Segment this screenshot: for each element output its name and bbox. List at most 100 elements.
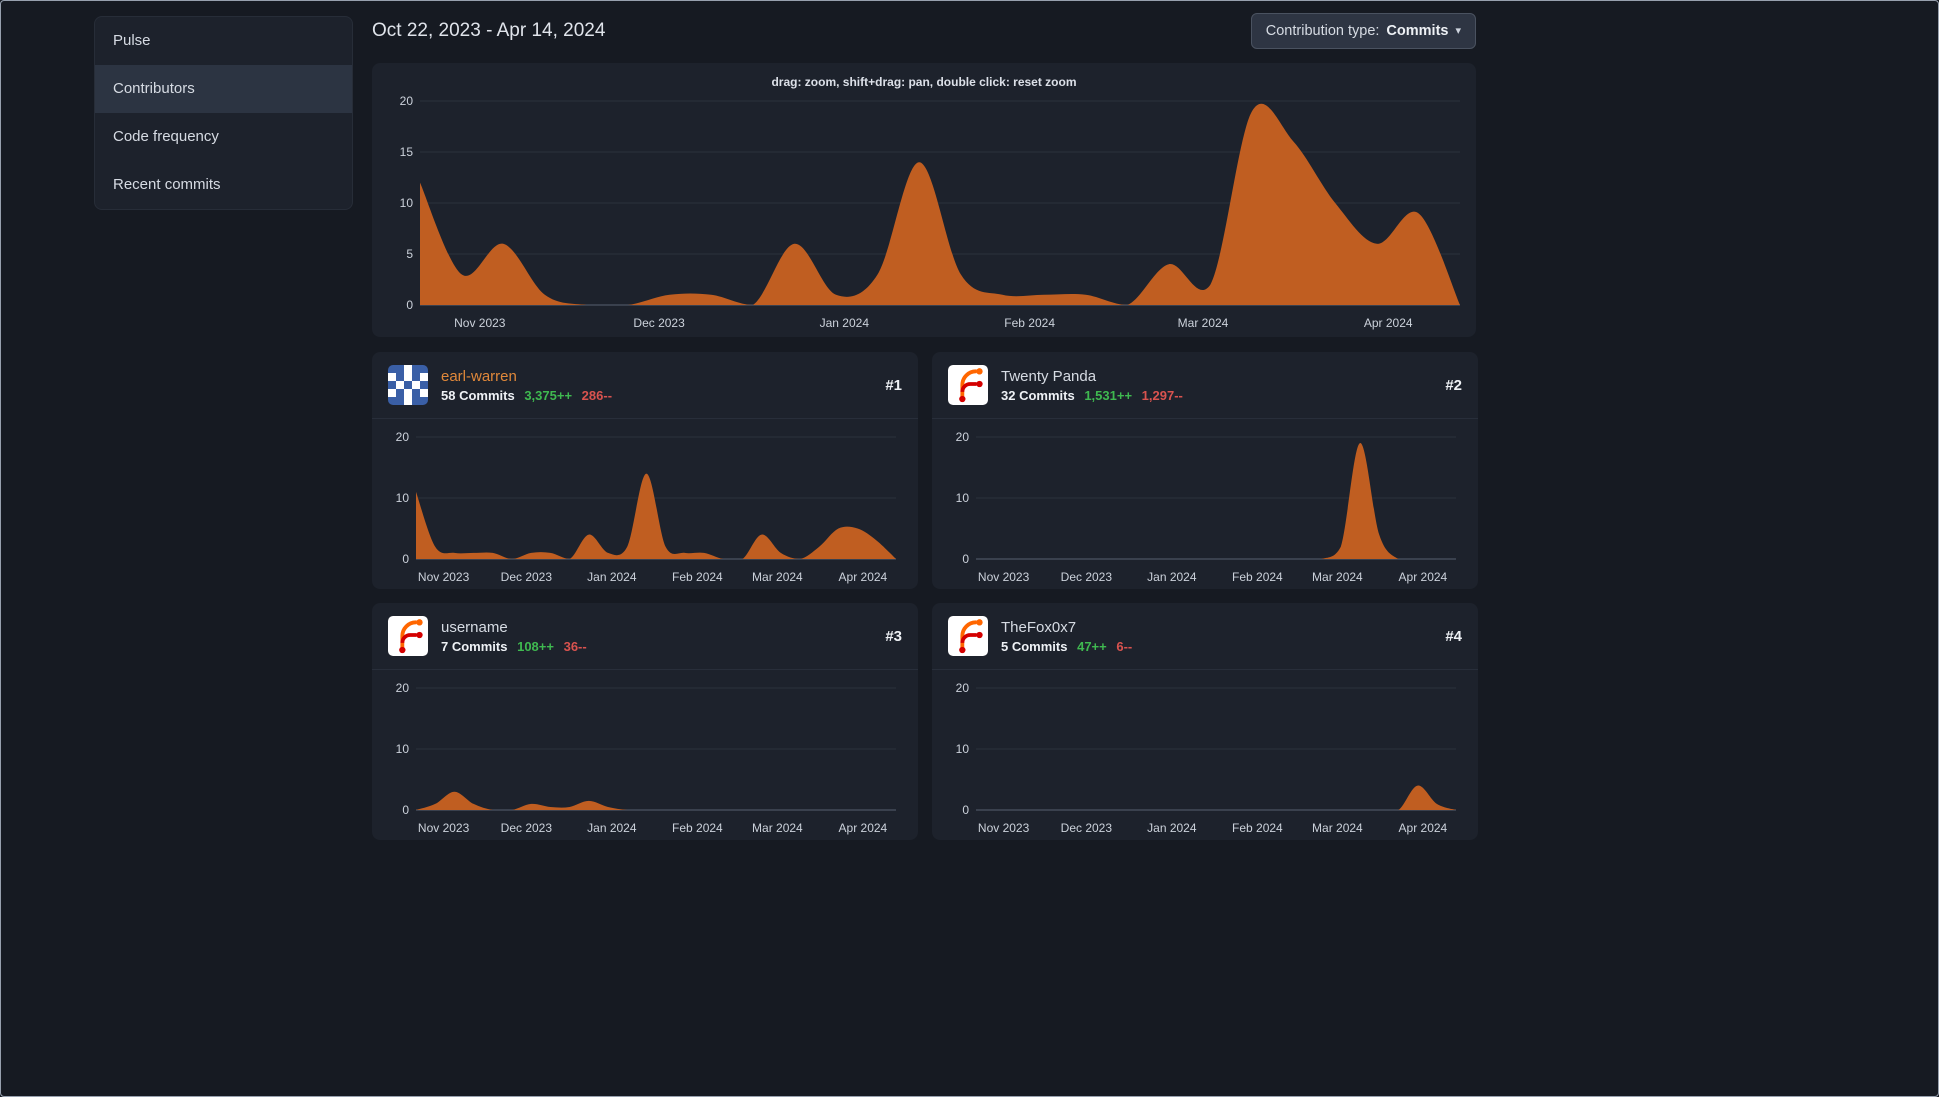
header-row: Oct 22, 2023 - Apr 14, 2024 Contribution… — [372, 13, 1476, 49]
svg-text:Dec 2023: Dec 2023 — [501, 821, 553, 835]
svg-text:Dec 2023: Dec 2023 — [1061, 821, 1113, 835]
contributor-stats: 58 Commits 3,375++ 286-- — [441, 388, 872, 403]
contributor-rank: #3 — [885, 627, 902, 645]
avatar[interactable] — [388, 365, 428, 405]
contribution-type-dropdown[interactable]: Contribution type: Commits ▾ — [1250, 13, 1476, 49]
svg-text:Mar 2024: Mar 2024 — [752, 821, 803, 835]
svg-text:10: 10 — [956, 491, 970, 505]
contributor-info: username 7 Commits 108++ 36-- — [441, 619, 872, 654]
contributor-card-0: earl-warren 58 Commits 3,375++ 286-- #1 … — [372, 352, 918, 589]
svg-text:Jan 2024: Jan 2024 — [587, 570, 637, 584]
sidebar-item-contributors[interactable]: Contributors — [95, 65, 352, 113]
contributor-commits-chart[interactable]: 0 10 20 Nov 2023 Dec 2023 Jan 2024 Feb 2024 Mar… — [940, 680, 1470, 838]
svg-text:Feb 2024: Feb 2024 — [1232, 821, 1283, 835]
commit-count: 5 Commits — [1001, 638, 1068, 654]
main-chart-panel: drag: zoom, shift+drag: pan, double clic… — [372, 63, 1476, 337]
contributor-chart-container: 0 10 20 Nov 2023 Dec 2023 Jan 2024 Feb 2024 Mar… — [932, 419, 1478, 589]
additions-count: 108++ — [517, 638, 554, 654]
svg-text:Mar 2024: Mar 2024 — [752, 570, 803, 584]
contributor-chart-container: 0 10 20 Nov 2023 Dec 2023 Jan 2024 Feb 2024 Mar… — [372, 419, 918, 589]
sidebar-item-code-frequency[interactable]: Code frequency — [95, 113, 352, 161]
contributor-name[interactable]: username — [441, 619, 872, 636]
contributor-info: Twenty Panda 32 Commits 1,531++ 1,297-- — [1001, 368, 1432, 403]
svg-text:Nov 2023: Nov 2023 — [418, 570, 470, 584]
additions-count: 1,531++ — [1084, 387, 1133, 403]
svg-text:Feb 2024: Feb 2024 — [672, 570, 723, 584]
contributor-stats: 5 Commits 47++ 6-- — [1001, 639, 1432, 654]
contributor-card-1: Twenty Panda 32 Commits 1,531++ 1,297-- … — [932, 352, 1478, 589]
svg-text:0: 0 — [962, 552, 969, 566]
svg-text:Jan 2024: Jan 2024 — [1147, 570, 1197, 584]
deletions-count: 286-- — [581, 387, 613, 403]
svg-text:Dec 2023: Dec 2023 — [501, 570, 553, 584]
svg-text:10: 10 — [396, 491, 410, 505]
svg-text:20: 20 — [956, 681, 970, 695]
svg-text:20: 20 — [400, 94, 414, 108]
svg-text:5: 5 — [406, 247, 413, 261]
svg-text:Nov 2023: Nov 2023 — [978, 821, 1030, 835]
contributor-rank: #4 — [1445, 627, 1462, 645]
svg-text:Mar 2024: Mar 2024 — [1312, 570, 1363, 584]
svg-text:Mar 2024: Mar 2024 — [1178, 316, 1229, 330]
contribution-type-value: Commits — [1386, 23, 1449, 39]
svg-text:20: 20 — [396, 430, 410, 444]
sidebar-item-recent-commits[interactable]: Recent commits — [95, 161, 352, 209]
svg-text:Nov 2023: Nov 2023 — [978, 570, 1030, 584]
svg-text:10: 10 — [400, 196, 414, 210]
svg-text:Feb 2024: Feb 2024 — [1232, 570, 1283, 584]
svg-text:Apr 2024: Apr 2024 — [1364, 316, 1413, 330]
svg-text:0: 0 — [402, 803, 409, 817]
activity-sidebar: Pulse Contributors Code frequency Recent… — [94, 16, 353, 210]
svg-text:Jan 2024: Jan 2024 — [820, 316, 870, 330]
contributor-info: TheFox0x7 5 Commits 47++ 6-- — [1001, 619, 1432, 654]
svg-text:0: 0 — [402, 552, 409, 566]
svg-text:Apr 2024: Apr 2024 — [1399, 570, 1448, 584]
contributor-chart-container: 0 10 20 Nov 2023 Dec 2023 Jan 2024 Feb 2024 Mar… — [372, 670, 918, 840]
chevron-down-icon: ▾ — [1455, 24, 1461, 37]
svg-text:Mar 2024: Mar 2024 — [1312, 821, 1363, 835]
svg-text:15: 15 — [400, 145, 414, 159]
deletions-count: 6-- — [1116, 638, 1133, 654]
svg-text:Jan 2024: Jan 2024 — [587, 821, 637, 835]
svg-text:Apr 2024: Apr 2024 — [839, 821, 888, 835]
contributor-commits-chart[interactable]: 0 10 20 Nov 2023 Dec 2023 Jan 2024 Feb 2024 Mar… — [380, 429, 910, 587]
contributor-name[interactable]: TheFox0x7 — [1001, 619, 1432, 636]
contributor-commits-chart[interactable]: 0 10 20 Nov 2023 Dec 2023 Jan 2024 Feb 2024 Mar… — [940, 429, 1470, 587]
forgejo-logo-avatar-image — [948, 616, 988, 656]
svg-text:10: 10 — [956, 742, 970, 756]
sidebar-item-pulse[interactable]: Pulse — [95, 17, 352, 65]
activity-page: Pulse Contributors Code frequency Recent… — [0, 0, 1939, 1097]
contributor-card-header: TheFox0x7 5 Commits 47++ 6-- #4 — [932, 603, 1478, 670]
contributor-rank: #1 — [885, 376, 902, 394]
svg-text:Feb 2024: Feb 2024 — [1004, 316, 1055, 330]
avatar[interactable] — [948, 365, 988, 405]
forgejo-logo-avatar-image — [388, 616, 428, 656]
contributor-card-header: username 7 Commits 108++ 36-- #3 — [372, 603, 918, 670]
additions-count: 47++ — [1077, 638, 1107, 654]
svg-text:Dec 2023: Dec 2023 — [1061, 570, 1113, 584]
contributor-commits-chart[interactable]: 0 10 20 Nov 2023 Dec 2023 Jan 2024 Feb 2024 Mar… — [380, 680, 910, 838]
deletions-count: 36-- — [563, 638, 587, 654]
svg-text:Nov 2023: Nov 2023 — [454, 316, 506, 330]
svg-text:Apr 2024: Apr 2024 — [1399, 821, 1448, 835]
contributor-stats: 32 Commits 1,531++ 1,297-- — [1001, 388, 1432, 403]
commit-count: 58 Commits — [441, 387, 515, 403]
svg-text:Apr 2024: Apr 2024 — [839, 570, 888, 584]
contributor-name[interactable]: earl-warren — [441, 368, 872, 385]
contribution-type-label: Contribution type: — [1265, 23, 1380, 39]
svg-text:20: 20 — [396, 681, 410, 695]
avatar[interactable] — [388, 616, 428, 656]
commit-count: 7 Commits — [441, 638, 508, 654]
svg-text:Nov 2023: Nov 2023 — [418, 821, 470, 835]
svg-text:10: 10 — [396, 742, 410, 756]
avatar[interactable] — [948, 616, 988, 656]
deletions-count: 1,297-- — [1141, 387, 1183, 403]
contributor-card-3: TheFox0x7 5 Commits 47++ 6-- #4 0 10 20 Nov… — [932, 603, 1478, 840]
commit-count: 32 Commits — [1001, 387, 1075, 403]
contributor-name[interactable]: Twenty Panda — [1001, 368, 1432, 385]
contributor-stats: 7 Commits 108++ 36-- — [441, 639, 872, 654]
contributor-card-2: username 7 Commits 108++ 36-- #3 0 10 20 No… — [372, 603, 918, 840]
main-contributions-chart[interactable]: 0 5 10 15 20 Nov 2023 Dec 2023 Jan 2024 Feb 2024… — [380, 93, 1470, 333]
svg-text:Dec 2023: Dec 2023 — [633, 316, 685, 330]
contributor-chart-container: 0 10 20 Nov 2023 Dec 2023 Jan 2024 Feb 2024 Mar… — [932, 670, 1478, 840]
